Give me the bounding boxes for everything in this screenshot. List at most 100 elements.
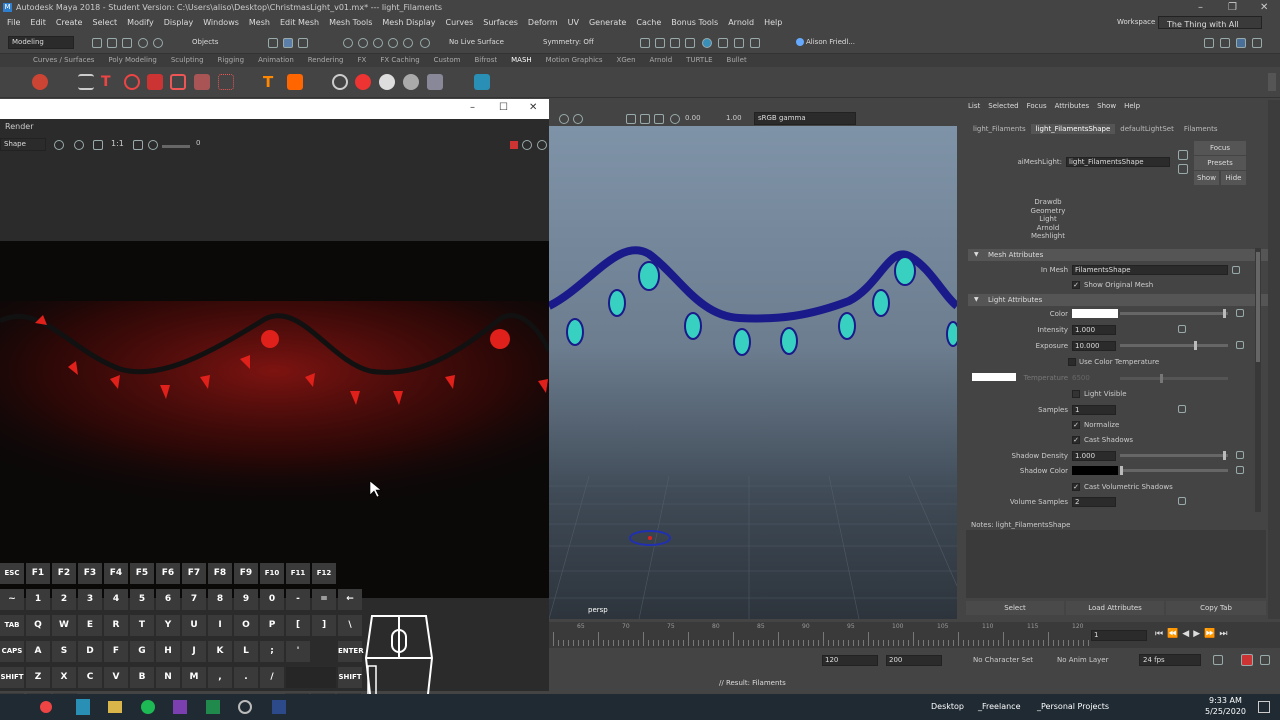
node-output-icon[interactable] bbox=[1178, 164, 1188, 174]
in-mesh-connect-icon[interactable] bbox=[1232, 266, 1240, 274]
taskbar-desktop[interactable]: Desktop bbox=[931, 702, 964, 711]
ae-menu-focus[interactable]: Focus bbox=[1023, 102, 1051, 110]
menu-surfaces[interactable]: Surfaces bbox=[478, 15, 523, 30]
taskbar-freelance[interactable]: _Freelance bbox=[978, 702, 1021, 711]
shelf-tab-motion-graphics[interactable]: Motion Graphics bbox=[539, 54, 610, 67]
shelf-tab-turtle[interactable]: TURTLE bbox=[679, 54, 719, 67]
use-color-temp-checkbox[interactable] bbox=[1068, 358, 1076, 366]
redo-icon[interactable] bbox=[153, 38, 163, 48]
type-tool-icon[interactable]: T bbox=[263, 74, 279, 90]
snap-surface-icon[interactable] bbox=[403, 38, 413, 48]
side-panel-tabs[interactable] bbox=[1268, 100, 1280, 619]
text-tool-icon[interactable]: T bbox=[101, 74, 117, 90]
render-settings-icon[interactable] bbox=[685, 38, 695, 48]
minimize-icon[interactable]: – bbox=[1198, 0, 1203, 15]
new-scene-icon[interactable] bbox=[92, 38, 102, 48]
shelf-tab-bifrost[interactable]: Bifrost bbox=[468, 54, 505, 67]
collapse-arrow-icon[interactable]: ▼ bbox=[974, 251, 979, 258]
ae-menu-help[interactable]: Help bbox=[1120, 102, 1144, 110]
ae-menu-selected[interactable]: Selected bbox=[984, 102, 1022, 110]
render-minimize-icon[interactable]: – bbox=[470, 102, 475, 113]
node-name-field[interactable]: light_FilamentsShape bbox=[1066, 157, 1170, 167]
clock-time[interactable]: 9:33 AM bbox=[1209, 696, 1242, 705]
clock-date[interactable]: 5/25/2020 bbox=[1205, 707, 1246, 716]
exposure-gear-icon[interactable] bbox=[670, 114, 680, 124]
ae-category-light[interactable]: Light bbox=[1018, 215, 1078, 224]
menu-uv[interactable]: UV bbox=[563, 15, 584, 30]
mash-edit-icon[interactable] bbox=[427, 74, 443, 90]
app-icon[interactable] bbox=[238, 700, 252, 714]
mash-drop-icon[interactable] bbox=[147, 74, 163, 90]
select-component-icon[interactable] bbox=[298, 38, 308, 48]
menu-file[interactable]: File bbox=[2, 15, 25, 30]
menu-modify[interactable]: Modify bbox=[122, 15, 159, 30]
presets-button[interactable]: Presets bbox=[1194, 156, 1246, 170]
ae-tab-2[interactable]: defaultLightSet bbox=[1115, 124, 1179, 134]
mash-curve-icon[interactable] bbox=[170, 74, 186, 90]
hypershade-icon[interactable] bbox=[702, 38, 712, 48]
ae-category-meshlight[interactable]: Meshlight bbox=[1018, 232, 1078, 241]
ae-tab-3[interactable]: Filaments bbox=[1179, 124, 1223, 134]
ae-menu-list[interactable]: List bbox=[964, 102, 984, 110]
exposure-slider-handle[interactable] bbox=[1193, 341, 1197, 350]
viewport-icon-4[interactable] bbox=[640, 114, 650, 124]
exposure-map-icon[interactable] bbox=[1236, 341, 1244, 349]
menu-arnold[interactable]: Arnold bbox=[723, 15, 759, 30]
mode-dropdown[interactable]: Modeling bbox=[8, 36, 74, 49]
select-button[interactable]: Select bbox=[966, 601, 1064, 615]
light-visible-checkbox[interactable] bbox=[1072, 390, 1080, 398]
attribute-editor-toggle-icon[interactable] bbox=[1220, 38, 1230, 48]
in-mesh-field[interactable]: FilamentsShape bbox=[1072, 265, 1228, 275]
shelf-tab-sculpting[interactable]: Sculpting bbox=[164, 54, 211, 67]
maximize-icon[interactable]: ❐ bbox=[1228, 0, 1237, 15]
anim-layer-label[interactable]: No Anim Layer bbox=[1057, 656, 1108, 664]
select-hierarchy-icon[interactable] bbox=[268, 38, 278, 48]
pause-icon[interactable] bbox=[734, 38, 744, 48]
ratio-label[interactable]: 1:1 bbox=[111, 139, 124, 148]
ae-scroll-thumb[interactable] bbox=[1256, 252, 1260, 362]
shelf-tab-fx[interactable]: FX bbox=[351, 54, 374, 67]
time-slider[interactable]: 65 70 75 80 85 90 95 100 105 110 115 120 1 ⏮⏪◀▶⏩⏭ bbox=[549, 622, 1280, 648]
menu-create[interactable]: Create bbox=[51, 15, 88, 30]
fps-dropdown[interactable]: 24 fps bbox=[1139, 654, 1201, 666]
menu-windows[interactable]: Windows bbox=[198, 15, 244, 30]
menu-select[interactable]: Select bbox=[87, 15, 122, 30]
viewport-icon-2[interactable] bbox=[573, 114, 583, 124]
notes-field[interactable] bbox=[966, 530, 1266, 598]
light-attributes-section[interactable]: Light Attributes bbox=[968, 294, 1268, 306]
menu-mesh-tools[interactable]: Mesh Tools bbox=[324, 15, 377, 30]
keep-image-icon[interactable] bbox=[93, 140, 103, 150]
render-maximize-icon[interactable]: ☐ bbox=[499, 102, 508, 113]
viewport-icon-1[interactable] bbox=[559, 114, 569, 124]
render-region-icon[interactable] bbox=[54, 140, 64, 150]
shelf-tab-fx-caching[interactable]: FX Caching bbox=[373, 54, 426, 67]
svg-tool-icon[interactable] bbox=[287, 74, 303, 90]
mash-blend-icon[interactable] bbox=[403, 74, 419, 90]
color-map-icon[interactable] bbox=[1236, 309, 1244, 317]
tool-settings-toggle-icon[interactable] bbox=[1236, 38, 1246, 48]
node-input-icon[interactable] bbox=[1178, 150, 1188, 160]
select-object-icon[interactable] bbox=[283, 38, 293, 48]
normalize-checkbox[interactable]: ✓ bbox=[1072, 421, 1080, 429]
shadow-density-slider-handle[interactable] bbox=[1222, 451, 1226, 460]
list-icon[interactable] bbox=[78, 74, 94, 90]
cast-volumetric-checkbox[interactable]: ✓ bbox=[1072, 483, 1080, 491]
maya-taskbar-icon[interactable] bbox=[76, 699, 90, 715]
intensity-map-icon[interactable] bbox=[1178, 325, 1186, 333]
character-set-label[interactable]: No Character Set bbox=[973, 656, 1033, 664]
shelf-scroll-icon[interactable] bbox=[1268, 73, 1276, 91]
frame-all-icon[interactable] bbox=[133, 140, 143, 150]
cast-shadows-checkbox[interactable]: ✓ bbox=[1072, 436, 1080, 444]
camera-dropdown[interactable]: Shape bbox=[0, 138, 46, 151]
viewport-exposure[interactable]: 0.00 bbox=[685, 114, 701, 122]
shelf-tab-poly-modeling[interactable]: Poly Modeling bbox=[101, 54, 163, 67]
collapse-arrow-icon[interactable]: ▼ bbox=[974, 296, 979, 303]
channel-box-toggle-icon[interactable] bbox=[1252, 38, 1262, 48]
shelf-tab-rendering[interactable]: Rendering bbox=[301, 54, 351, 67]
user-name[interactable]: Alison Friedl... bbox=[806, 38, 855, 46]
menu-cache[interactable]: Cache bbox=[631, 15, 666, 30]
mash-network-icon[interactable] bbox=[32, 74, 48, 90]
animation-end-field[interactable]: 200 bbox=[886, 655, 942, 666]
render-options-icon[interactable] bbox=[522, 140, 532, 150]
mash-loop-icon[interactable] bbox=[124, 74, 140, 90]
